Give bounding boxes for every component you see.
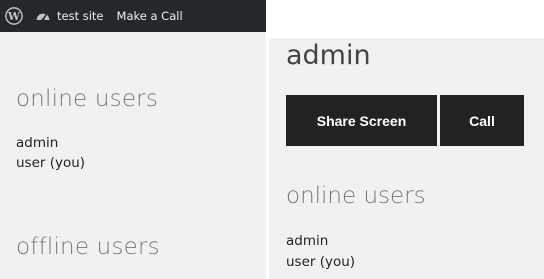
share-screen-button[interactable]: Share Screen (286, 95, 437, 146)
online-users-heading: online users (16, 86, 159, 112)
offline-users-heading: offline users (16, 234, 160, 260)
make-a-call-link[interactable]: Make a Call (117, 0, 183, 32)
site-menu[interactable]: test site (35, 0, 117, 32)
room-title: admin (286, 40, 371, 71)
svg-text:W: W (7, 10, 21, 23)
online-user-you[interactable]: user (you) (286, 254, 355, 270)
online-users-heading: online users (286, 183, 426, 209)
online-user-admin[interactable]: admin (286, 233, 328, 249)
dashboard-icon (36, 13, 50, 22)
wordpress-logo-icon: W (5, 7, 23, 25)
site-name: test site (57, 9, 104, 23)
right-frame: admin Share Screen Call online users adm… (269, 38, 544, 279)
wordpress-logo-button[interactable]: W (0, 0, 35, 32)
admin-bar: W test site Make a Call (0, 0, 266, 32)
online-user-you[interactable]: user (you) (16, 155, 85, 171)
online-user-admin[interactable]: admin (16, 135, 58, 151)
call-button[interactable]: Call (440, 95, 524, 146)
left-frame: W test site Make a Call online users adm… (0, 0, 266, 279)
